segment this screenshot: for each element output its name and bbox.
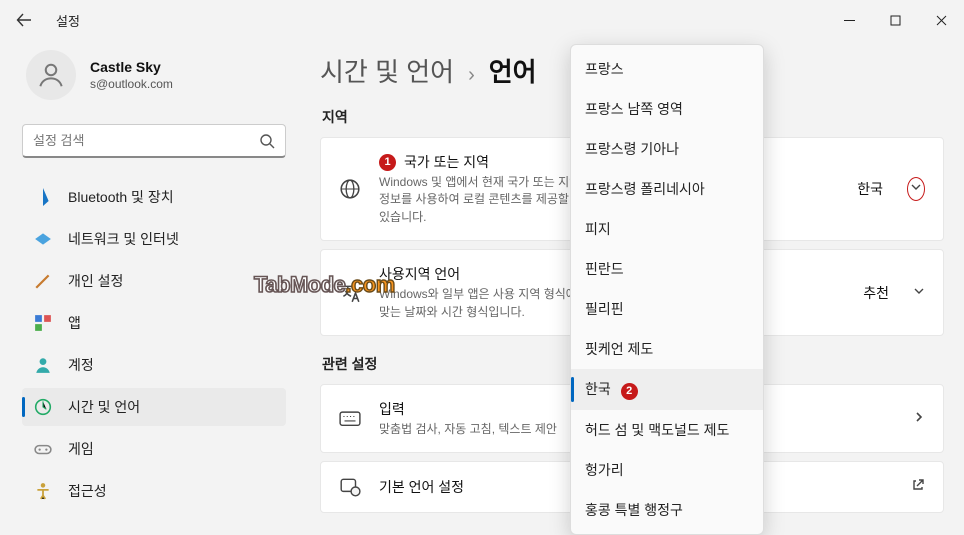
maximize-button[interactable] [872,0,918,40]
window-controls [826,0,964,40]
dropdown-option-selected[interactable]: 한국 2 [571,369,763,410]
globe-icon [339,178,361,200]
chevron-down-icon[interactable] [913,284,925,302]
sidebar-item-label: 계정 [68,355,94,375]
card-desc: Windows 및 앱에서 현재 국가 또는 지역 정보를 사용하여 로컬 콘텐… [379,174,589,226]
dropdown-option[interactable]: 피지 [571,209,763,249]
sidebar-item-label: 네트워크 및 인터넷 [68,229,179,249]
profile-name: Castle Sky [90,59,173,75]
nav-list: Bluetooth 및 장치 네트워크 및 인터넷 개인 설정 앱 계정 시간 … [22,178,286,510]
card-title: 사용지역 언어 [379,264,589,284]
titlebar: 설정 [0,0,964,40]
back-button[interactable] [12,8,36,32]
bluetooth-icon [34,188,52,206]
apps-icon [34,314,52,332]
sidebar-item-apps[interactable]: 앱 [22,304,286,342]
close-button[interactable] [918,0,964,40]
accessibility-icon [34,482,52,500]
arrow-left-icon [16,12,32,28]
chevron-right-icon: › [468,64,475,87]
profile-email: s@outlook.com [90,77,173,91]
sidebar-item-accounts[interactable]: 계정 [22,346,286,384]
card-title: 1국가 또는 지역 [379,152,589,172]
search-input[interactable] [33,133,259,148]
profile-block[interactable]: Castle Sky s@outlook.com [22,50,286,100]
brush-icon [34,272,52,290]
avatar [26,50,76,100]
maximize-icon [890,15,901,26]
dropdown-option[interactable]: 핀란드 [571,249,763,289]
dropdown-option[interactable]: 홍콩 특별 행정구 [571,490,763,530]
country-value: 한국 [857,179,883,199]
sidebar-item-label: 게임 [68,439,94,459]
dropdown-option[interactable]: 프랑스 [571,49,763,89]
card-desc: 맞춤법 검사, 자동 고침, 텍스트 제안 [379,421,557,438]
keyboard-icon [339,408,361,430]
breadcrumb-parent[interactable]: 시간 및 언어 [320,52,454,89]
regional-format-value: 추천 [863,283,889,303]
search-box[interactable] [22,124,286,158]
sidebar-item-bluetooth[interactable]: Bluetooth 및 장치 [22,178,286,216]
globe-clock-icon [34,398,52,416]
annotation-badge-2: 2 [621,383,638,400]
dropdown-option[interactable]: 프랑스령 기아나 [571,129,763,169]
minimize-button[interactable] [826,0,872,40]
annotation-badge-1: 1 [379,154,396,171]
dropdown-option[interactable]: 프랑스령 폴리네시아 [571,169,763,209]
dropdown-option[interactable]: 핏케언 제도 [571,329,763,369]
person-small-icon [34,356,52,374]
dropdown-option[interactable]: 필리핀 [571,289,763,329]
card-desc: Windows와 일부 앱은 사용 지역 형식에 맞는 날짜와 시간 형식입니다… [379,286,589,321]
page-title-left: 언어 [489,52,537,89]
person-icon [36,60,66,90]
chevron-right-icon [913,410,925,428]
external-link-icon [911,478,925,497]
dropdown-option[interactable]: 허드 섬 및 맥도널드 제도 [571,410,763,450]
dropdown-option[interactable]: 프랑스 남쪽 영역 [571,89,763,129]
card-title: 입력 [379,399,557,419]
sidebar-item-label: 개인 설정 [68,271,123,291]
sidebar-item-label: 시간 및 언어 [68,397,140,417]
search-icon [259,133,275,149]
sidebar-item-network[interactable]: 네트워크 및 인터넷 [22,220,286,258]
sidebar-item-label: Bluetooth 및 장치 [68,187,174,207]
sidebar-item-label: 앱 [68,313,81,333]
sidebar-item-time-language[interactable]: 시간 및 언어 [22,388,286,426]
minimize-icon [844,15,855,26]
wifi-icon [34,230,52,248]
sidebar-item-personalization[interactable]: 개인 설정 [22,262,286,300]
country-dropdown[interactable]: 프랑스 프랑스 남쪽 영역 프랑스령 기아나 프랑스령 폴리네시아 피지 핀란드… [570,44,764,535]
window-title: 설정 [56,11,80,30]
chevron-down-icon[interactable] [907,177,925,201]
sidebar-item-accessibility[interactable]: 접근성 [22,472,286,510]
close-icon [936,15,947,26]
sidebar-item-label: 접근성 [68,481,107,501]
watermark: TabMode.com [254,272,395,298]
settings-lang-icon [339,476,361,498]
sidebar-item-gaming[interactable]: 게임 [22,430,286,468]
gamepad-icon [34,440,52,458]
dropdown-option[interactable]: 헝가리 [571,450,763,490]
card-title: 기본 언어 설정 [379,477,464,497]
